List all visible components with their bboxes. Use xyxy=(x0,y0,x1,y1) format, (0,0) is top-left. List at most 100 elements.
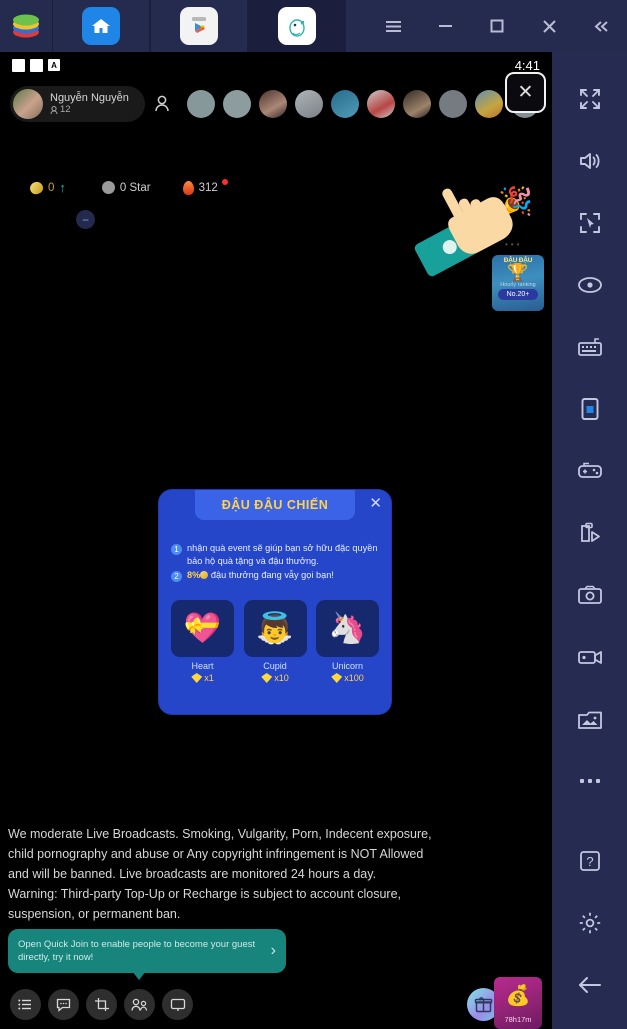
streamer-profile-pill[interactable]: Nguyễn Nguyễn 12 xyxy=(10,86,145,122)
viewer-avatar[interactable] xyxy=(294,90,323,118)
status-bar: A 4:41 xyxy=(0,52,552,78)
unicorn-gift-icon: 🦄 xyxy=(316,600,379,657)
tab-home[interactable] xyxy=(52,0,150,52)
coin-value: 0 xyxy=(48,181,55,194)
collapse-stats-button[interactable]: − xyxy=(76,210,95,229)
minimize-button[interactable] xyxy=(419,0,471,52)
stream-close-button[interactable]: ✕ xyxy=(505,72,546,113)
flame-value: 312 xyxy=(198,181,218,194)
chat-icon[interactable] xyxy=(48,989,79,1020)
modal-title: ĐẬU ĐẬU CHIẾN xyxy=(221,498,329,512)
guests-icon[interactable] xyxy=(124,989,155,1020)
gift-qty: x100 xyxy=(344,673,364,683)
emulator-sidebar: ? xyxy=(552,52,627,1029)
avatar xyxy=(13,89,43,119)
list-icon[interactable] xyxy=(10,989,41,1020)
eye-icon[interactable] xyxy=(552,254,627,316)
cupid-gift-icon: 👼 xyxy=(243,600,307,657)
camera-icon[interactable] xyxy=(552,564,627,626)
more-icon[interactable] xyxy=(552,750,627,812)
bigo-live-icon xyxy=(278,7,316,45)
coin-icon xyxy=(28,179,45,196)
bonus-percent: 8% xyxy=(187,570,201,580)
svg-text:?: ? xyxy=(586,854,593,869)
android-screen: A 4:41 Nguyễn Nguyễn 12 ✕ 0 ↑ 0 Star 312… xyxy=(0,52,552,1029)
collapse-sidebar-button[interactable] xyxy=(575,0,627,52)
maximize-button[interactable] xyxy=(471,0,523,52)
rank-card-subtitle: Hourly ranking xyxy=(500,282,536,288)
up-arrow-icon: ↑ xyxy=(59,180,66,195)
gift-item[interactable]: 💝 Heart x1 xyxy=(171,600,234,683)
stream-header: Nguyễn Nguyễn 12 xyxy=(0,82,552,126)
moderation-line: child pornography and abuse or Any copyr… xyxy=(8,847,424,861)
modal-bullet-2: 2 8% đậu thưởng đang vẫy gọi bạn! xyxy=(171,569,379,582)
viewer-avatar[interactable] xyxy=(258,90,287,118)
viewer-avatar[interactable] xyxy=(402,90,431,118)
quick-join-tooltip[interactable]: Open Quick Join to enable people to beco… xyxy=(8,929,286,973)
treasure-icon: 💰 xyxy=(505,985,531,1007)
rank-badge: No.20+ xyxy=(498,289,538,300)
viewer-avatar[interactable] xyxy=(366,90,395,118)
bluestacks-logo-icon xyxy=(0,0,52,52)
screen-share-icon[interactable] xyxy=(162,989,193,1020)
tab-bigo-live[interactable] xyxy=(248,0,346,52)
gift-name: Unicorn xyxy=(331,661,363,671)
gift-item[interactable]: 👼 Cupid x10 xyxy=(243,600,307,683)
gift-name: Heart xyxy=(191,661,214,671)
coin-stat[interactable]: 0 ↑ xyxy=(28,179,66,196)
diamond-icon xyxy=(331,673,343,683)
star-stat[interactable]: 0 Star xyxy=(101,181,151,194)
media-gallery-icon[interactable] xyxy=(552,688,627,750)
treasure-chest-badge[interactable]: 💰 78h17m xyxy=(494,977,542,1029)
event-modal: ĐẬU ĐẬU CHIẾN ✕ 1 nhận quà event sẽ giúp… xyxy=(159,490,391,714)
streamer-name: Nguyễn Nguyễn xyxy=(50,92,129,104)
viewer-avatar[interactable] xyxy=(186,90,215,118)
bullet-text-2: 8% đậu thưởng đang vẫy gọi bạn! xyxy=(187,569,334,582)
quick-join-text: Open Quick Join to enable people to beco… xyxy=(18,939,256,963)
cursor-target-icon[interactable] xyxy=(552,192,627,254)
bottom-navigation xyxy=(0,980,552,1029)
fullscreen-icon[interactable] xyxy=(552,68,627,130)
back-icon[interactable] xyxy=(552,954,627,1016)
modal-close-button[interactable]: ✕ xyxy=(369,496,382,511)
close-button[interactable] xyxy=(523,0,575,52)
gamepad-icon[interactable] xyxy=(552,440,627,502)
moderation-line: Warning: Third-party Top-Up or Recharge … xyxy=(8,887,402,901)
settings-icon[interactable] xyxy=(552,892,627,954)
badge-timer: 78h17m xyxy=(504,1015,532,1024)
video-record-icon[interactable] xyxy=(552,626,627,688)
macro-script-icon[interactable] xyxy=(552,502,627,564)
gift-item[interactable]: 🦄 Unicorn x100 xyxy=(316,600,379,683)
gift-name: Cupid xyxy=(263,661,287,671)
keyboard-icon[interactable] xyxy=(552,316,627,378)
status-icon-1 xyxy=(12,58,25,72)
viewer-count: 12 xyxy=(50,104,129,116)
viewer-avatar[interactable] xyxy=(438,90,467,118)
chevron-right-icon: › xyxy=(270,942,276,959)
volume-icon[interactable] xyxy=(552,130,627,192)
status-icon-2 xyxy=(30,58,43,72)
mini-coin-icon xyxy=(200,571,209,579)
gift-qty-row: x1 xyxy=(171,673,234,683)
menu-button[interactable] xyxy=(367,0,419,52)
bullet-text: đậu thưởng đang vẫy gọi bạn! xyxy=(210,570,334,580)
home-icon xyxy=(82,7,120,45)
person-icon xyxy=(50,105,58,114)
tooltip-tail xyxy=(132,971,146,980)
help-icon[interactable]: ? xyxy=(552,830,627,892)
notification-dot xyxy=(221,178,228,185)
phone-screen-icon[interactable] xyxy=(552,378,627,440)
viewer-avatar[interactable] xyxy=(222,90,251,118)
tab-play-store[interactable] xyxy=(150,0,248,52)
gift-qty: x1 xyxy=(204,673,214,683)
follow-person-icon[interactable] xyxy=(145,95,179,113)
viewer-avatar[interactable] xyxy=(330,90,359,118)
flame-stat[interactable]: 312 xyxy=(182,178,229,195)
status-time: 4:41 xyxy=(514,57,540,73)
viewer-avatar[interactable] xyxy=(474,90,503,118)
flame-icon xyxy=(182,180,194,195)
frame-icon[interactable] xyxy=(86,989,117,1020)
bullet-number: 1 xyxy=(171,544,182,555)
moderation-line: suspension, or permanent ban. xyxy=(8,907,181,921)
stream-stats: 0 ↑ 0 Star 312 xyxy=(28,178,229,196)
